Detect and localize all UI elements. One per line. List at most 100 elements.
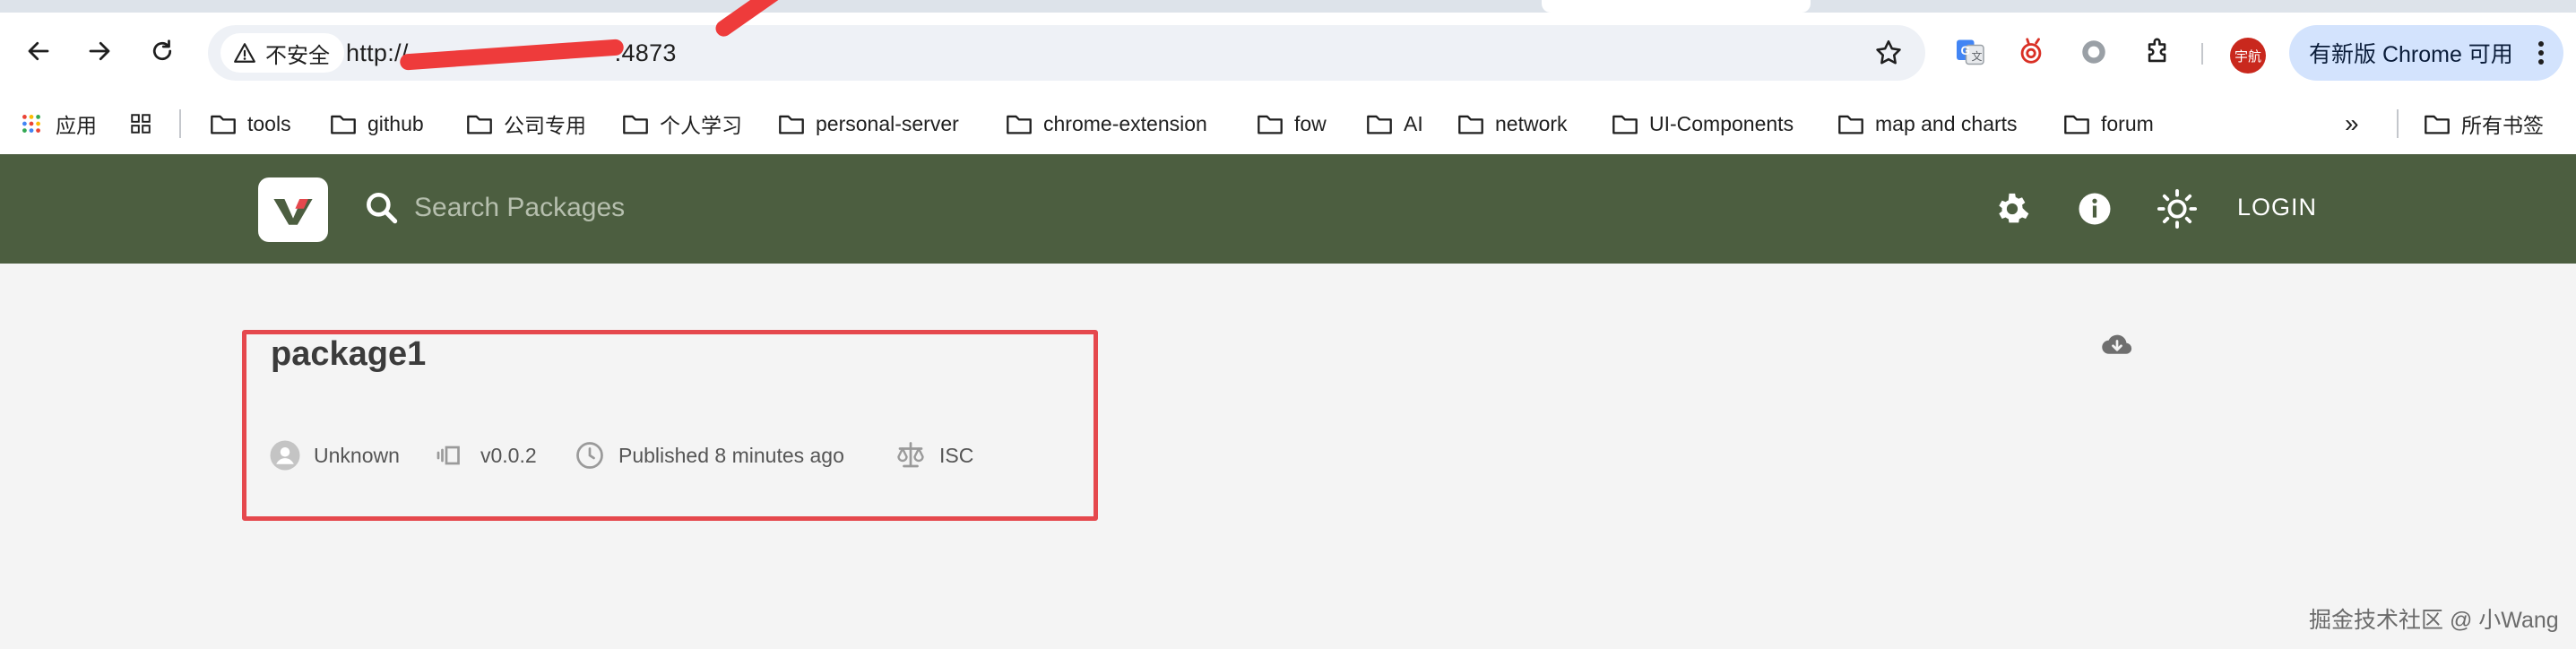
grid-icon (131, 114, 151, 134)
forward-button[interactable] (79, 30, 120, 72)
more-vert-icon[interactable] (2538, 41, 2544, 65)
bookmark-folder[interactable]: tools (210, 106, 291, 142)
version-icon (437, 446, 460, 465)
bookmark-folder[interactable]: 公司专用 (466, 106, 586, 142)
bookmark-star-icon[interactable] (1873, 38, 1904, 68)
folder-icon (779, 115, 804, 134)
license-text: ISC (939, 443, 974, 467)
folder-icon (623, 115, 648, 134)
bookmark-folder-label: fow (1294, 111, 1327, 135)
published-text: Published 8 minutes ago (618, 443, 844, 467)
bookmark-folder[interactable]: chrome-extension (1006, 106, 1207, 142)
security-chip[interactable]: 不安全 (220, 33, 344, 73)
bookmark-folder-label: personal-server (816, 111, 959, 135)
version-text: v0.0.2 (480, 443, 537, 467)
info-button[interactable] (2074, 188, 2115, 229)
bookmark-folder-label: AI (1404, 111, 1423, 135)
sun-icon (2157, 188, 2198, 229)
theme-toggle-button[interactable] (2157, 188, 2198, 229)
bookmarks-overflow-button[interactable]: » (2345, 106, 2359, 142)
bookmark-folder-label: map and charts (1875, 111, 2018, 135)
active-tab-edge[interactable] (1542, 0, 1811, 13)
cloud-download-icon[interactable] (2101, 332, 2133, 359)
clock-icon (576, 442, 603, 469)
search-packages-input[interactable] (414, 181, 1042, 235)
gear-icon (1999, 193, 2029, 223)
bookmark-folder[interactable]: network (1457, 106, 1568, 142)
package-published: Published 8 minutes ago (574, 437, 844, 473)
watermark: 掘金技术社区 @ 小Wang (2309, 608, 2559, 633)
extension-red[interactable] (2011, 32, 2051, 72)
bookmark-folder-label: 个人学习 (660, 114, 742, 137)
all-bookmarks-label: 所有书签 (2461, 114, 2544, 137)
reload-button[interactable] (142, 30, 183, 72)
bookmark-folder[interactable]: AI (1366, 106, 1423, 142)
url-end: .4873 (614, 39, 677, 66)
warning-icon (234, 43, 255, 63)
url-start: http:// (346, 39, 409, 66)
back-button[interactable] (18, 30, 59, 72)
bookmark-folder[interactable]: 个人学习 (622, 106, 742, 142)
arrow-left-icon (28, 41, 49, 61)
snail-icon (2020, 38, 2042, 64)
search-icon (367, 193, 398, 224)
update-chrome-label: 有新版 Chrome 可用 (2309, 42, 2513, 67)
avatar-icon (270, 440, 300, 471)
bookmark-folder[interactable]: UI-Components (1612, 106, 1794, 142)
folder-icon (1258, 115, 1283, 134)
package-name-link[interactable]: package1 (271, 335, 426, 374)
package-author: Unknown (269, 437, 400, 473)
circle-extension-icon (2082, 40, 2105, 64)
info-icon (2079, 193, 2111, 225)
folder-icon (2064, 115, 2089, 134)
bookmark-apps[interactable]: 应用 (18, 106, 97, 142)
address-bar[interactable]: 不安全 http:// .4873 (208, 0, 1925, 81)
bookmarks-divider (179, 109, 181, 138)
url-redaction (399, 39, 624, 71)
bookmark-folder[interactable]: forum (2063, 106, 2154, 142)
extension-gray[interactable] (2074, 32, 2114, 72)
bookmarks-bar: 应用 tools github 公司专用 个人学习 personal-serve… (0, 93, 2576, 154)
bookmark-folder-label: chrome-extension (1043, 111, 1207, 135)
bookmark-folder-label: github (367, 111, 424, 135)
package-version: v0.0.2 (436, 437, 537, 473)
translate-extension[interactable]: G文 (1950, 32, 1990, 72)
bookmark-folder[interactable]: github (330, 106, 424, 142)
settings-button[interactable] (1992, 188, 2033, 229)
folder-icon (1458, 115, 1483, 134)
bookmarks-divider (2397, 109, 2399, 138)
bookmark-folder-label: tools (247, 111, 291, 135)
bookmark-folder[interactable]: fow (1257, 106, 1327, 142)
folder-icon (1838, 115, 1863, 134)
security-label: 不安全 (265, 43, 330, 68)
translate-icon: G文 (1957, 39, 1984, 65)
all-bookmarks[interactable]: 所有书签 (2424, 106, 2544, 142)
tab-strip (0, 0, 2576, 13)
url-text[interactable]: http:// .4873 (346, 39, 677, 71)
bookmark-folder-label: 公司专用 (504, 114, 586, 137)
package-license: ISC (895, 437, 973, 473)
svg-text:文: 文 (1972, 49, 1983, 63)
folder-icon (1367, 115, 1392, 134)
folder-icon (211, 115, 236, 134)
bookmark-folder-label: network (1495, 111, 1568, 135)
verdaccio-logo[interactable] (258, 177, 328, 242)
bookmark-folder[interactable]: map and charts (1837, 106, 2018, 142)
browser-toolbar: 不安全 http:// .4873 G文 宇航 有新版 Chrome 可用 (0, 0, 2576, 93)
bookmark-folder-label: forum (2101, 111, 2154, 135)
reload-icon (152, 39, 172, 61)
folder-icon (331, 115, 356, 134)
update-chrome-button[interactable]: 有新版 Chrome 可用 (2289, 25, 2563, 81)
extensions-button[interactable] (2139, 32, 2178, 72)
folder-icon (1612, 115, 1638, 134)
puzzle-icon (2148, 38, 2166, 63)
bookmark-grid[interactable] (127, 106, 154, 142)
author-name: Unknown (314, 443, 400, 467)
profile-avatar[interactable]: 宇航 (2230, 38, 2266, 74)
bookmark-folder-label: UI-Components (1649, 111, 1794, 135)
folder-icon (467, 115, 492, 134)
bookmark-folder[interactable]: personal-server (778, 106, 959, 142)
login-button[interactable]: LOGIN (2237, 194, 2317, 221)
logo-icon (273, 199, 313, 225)
app-header: LOGIN (0, 154, 2576, 264)
